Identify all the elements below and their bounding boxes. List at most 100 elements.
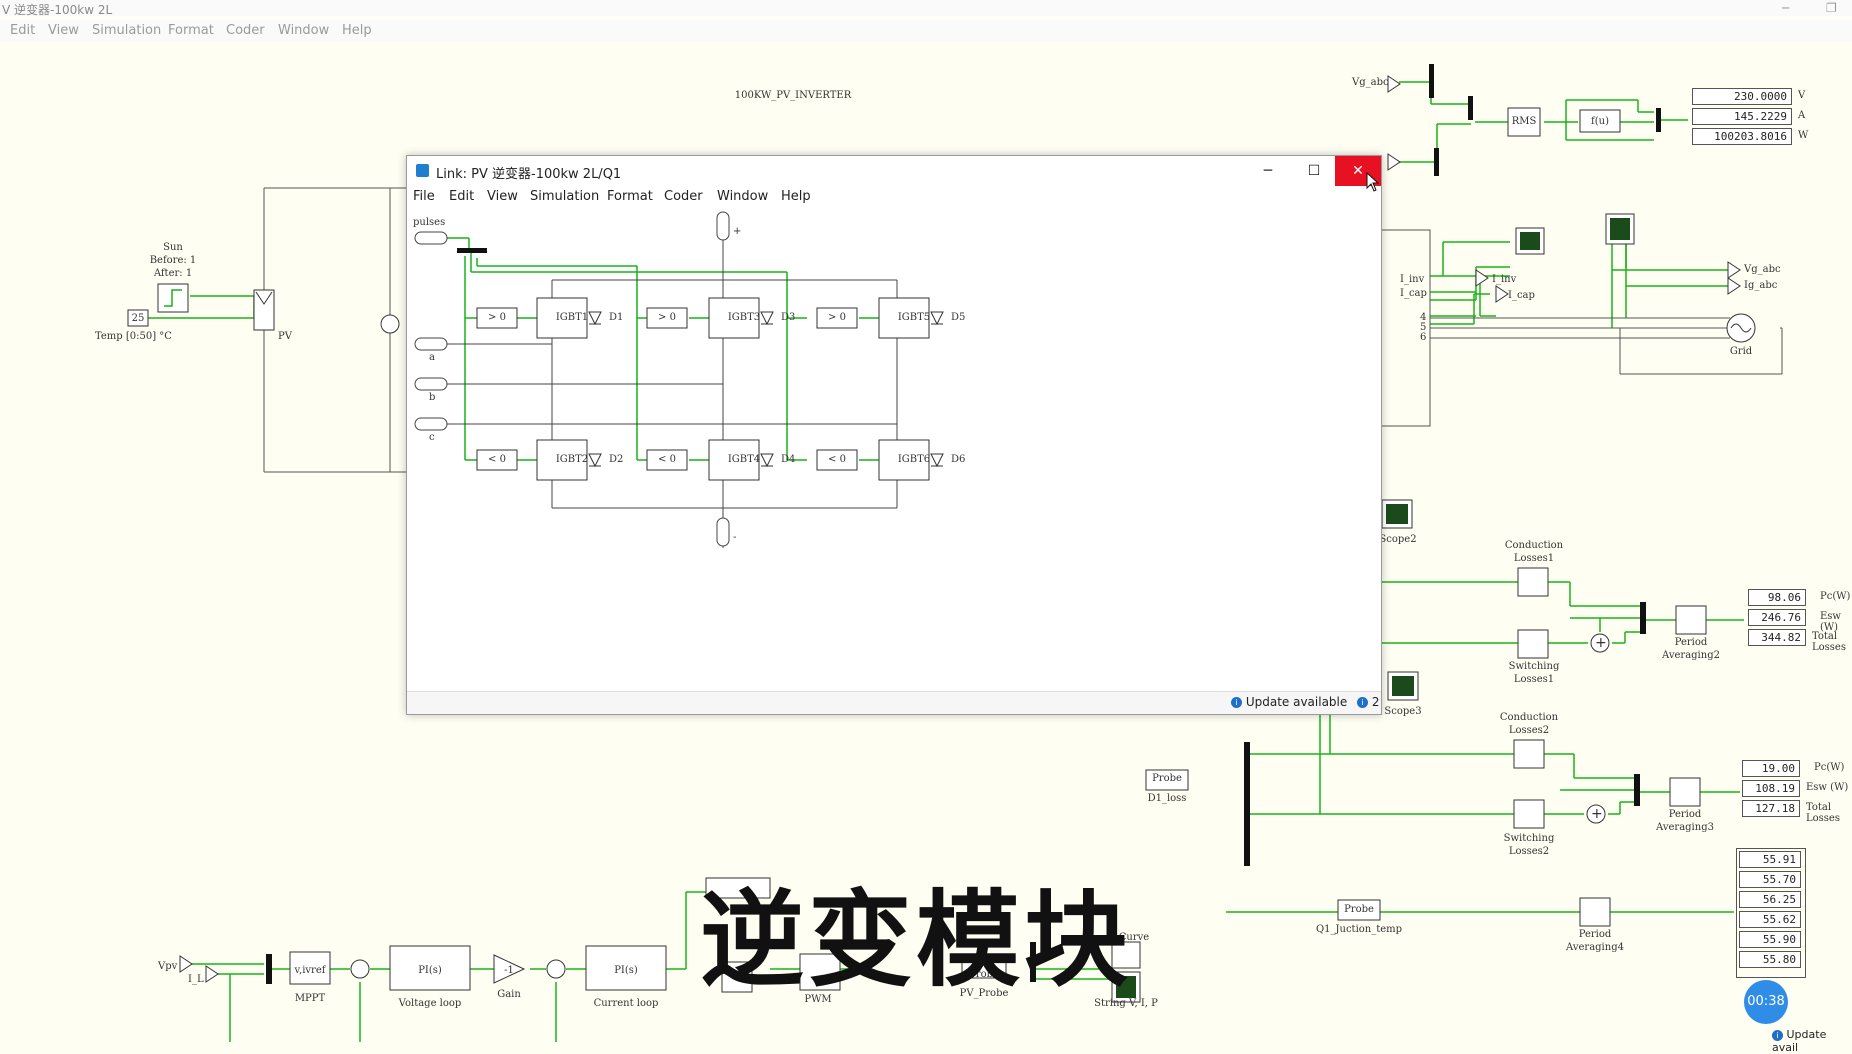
losses2-esw-unit: Esw (W) — [1806, 782, 1849, 793]
phase-a-label: a — [429, 352, 435, 363]
bg-menu-window[interactable]: Window — [278, 23, 329, 38]
pulses-label: pulses — [413, 217, 446, 228]
vpv-label: Vpv — [158, 961, 178, 972]
minimize-button[interactable]: ─ — [1245, 156, 1291, 186]
menu-window[interactable]: Window — [717, 189, 768, 204]
menu-simulation[interactable]: Simulation — [530, 189, 599, 204]
bg-menu-edit[interactable]: Edit — [10, 23, 35, 38]
grid-power-unit: W — [1798, 130, 1809, 141]
pv-label: PV — [278, 331, 292, 342]
update-available-notice[interactable]: i Update available i 2 — [1231, 695, 1380, 709]
dc-neg-label: - — [733, 532, 737, 543]
menu-file[interactable]: File — [413, 189, 435, 204]
losses2-pc-value: 19.00 — [1742, 760, 1800, 777]
conduction2-label-b: Losses2 — [1508, 725, 1550, 736]
restore-icon[interactable]: ❐ — [1826, 1, 1837, 15]
bg-menu-coder[interactable]: Coder — [226, 23, 265, 38]
menu-view[interactable]: View — [487, 189, 518, 204]
comparator-upper-3[interactable]: > 0 — [828, 312, 846, 323]
losses1-pc-value: 98.06 — [1748, 589, 1806, 606]
menu-help[interactable]: Help — [781, 189, 811, 204]
notification-count: 2 — [1371, 695, 1380, 709]
maximize-button[interactable]: ☐ — [1291, 156, 1337, 186]
minimize-icon[interactable]: ─ — [1782, 1, 1789, 15]
period4-label-a: Period — [1578, 929, 1612, 940]
menu-coder[interactable]: Coder — [664, 189, 703, 204]
losses2-esw-value: 108.19 — [1742, 780, 1800, 797]
vg-abc-out-label: Vg_abc — [1744, 264, 1781, 275]
fu-block-label[interactable]: f(u) — [1591, 116, 1609, 127]
comparator-lower-1[interactable]: < 0 — [488, 454, 506, 465]
igbt2-label[interactable]: IGBT2 — [556, 454, 588, 465]
background-window-title-bar: V 逆变器-100kw 2L ─ ❐ — [0, 0, 1852, 17]
igbt3-label[interactable]: IGBT3 — [728, 312, 760, 323]
d5-label: D5 — [951, 312, 966, 323]
bg-menu-format[interactable]: Format — [168, 23, 214, 38]
menu-format[interactable]: Format — [607, 189, 653, 204]
temp-value-5: 55.90 — [1739, 931, 1801, 948]
subsystem-window-title-bar[interactable]: Link: PV 逆变器-100kw 2L/Q1 ─ ☐ ✕ — [407, 156, 1381, 186]
i-cap-out-label: I_cap — [1508, 290, 1535, 301]
info-icon: i — [1772, 1029, 1783, 1041]
notification-icon: i — [1357, 697, 1369, 708]
probe-q1-name: Q1_Juction_temp — [1315, 924, 1403, 935]
background-window-title: V 逆变器-100kw 2L — [2, 3, 113, 17]
scope3-label: Scope3 — [1384, 706, 1422, 717]
mouse-cursor-icon — [1366, 172, 1380, 192]
mppt-label: MPPT — [294, 993, 326, 1004]
maximize-icon: ☐ — [1307, 163, 1321, 179]
update-available-text: Update available — [1245, 695, 1348, 709]
pi2-label[interactable]: PI(s) — [614, 965, 638, 976]
period4-label-b: Averaging4 — [1566, 942, 1624, 953]
igbt4-label[interactable]: IGBT4 — [728, 454, 760, 465]
igbt6-label[interactable]: IGBT6 — [898, 454, 930, 465]
d4-label: D4 — [781, 454, 796, 465]
i-inv-out-label: I_inv — [1492, 274, 1517, 285]
vg-abc-label: Vg_abc — [1352, 77, 1389, 88]
pi1-label[interactable]: PI(s) — [418, 965, 442, 976]
comparator-upper-1[interactable]: > 0 — [488, 312, 506, 323]
losses1-total-value: 344.82 — [1748, 629, 1806, 646]
menu-edit[interactable]: Edit — [449, 189, 474, 204]
grid-label: Grid — [1729, 346, 1753, 357]
il-label: I_L — [188, 974, 204, 985]
inverter-schematic[interactable] — [407, 208, 1381, 688]
gain-value[interactable]: -1 — [504, 965, 514, 976]
recording-timer[interactable]: 00:38 — [1744, 980, 1788, 1024]
model-title: 100KW_PV_INVERTER — [734, 90, 852, 101]
probe-d1-block[interactable]: Probe — [1152, 773, 1182, 784]
comparator-upper-2[interactable]: > 0 — [658, 312, 676, 323]
subsystem-window-title: Link: PV 逆变器-100kw 2L/Q1 — [436, 167, 622, 182]
rms-block-label[interactable]: RMS — [1512, 116, 1537, 127]
switching2-label-a: Switching — [1503, 833, 1555, 844]
losses2-pc-unit: Pc(W) — [1814, 762, 1845, 773]
conduction1-label-a: Conduction — [1504, 540, 1564, 551]
losses1-esw-unit: Esw (W) — [1820, 611, 1841, 633]
subsystem-window[interactable]: Link: PV 逆变器-100kw 2L/Q1 ─ ☐ ✕ File Edit… — [406, 155, 1382, 715]
bg-menu-help[interactable]: Help — [342, 23, 372, 38]
svg-text:+: + — [1591, 806, 1603, 822]
scope2-label: Scope2 — [1379, 534, 1417, 545]
bg-menu-simulation[interactable]: Simulation — [92, 23, 161, 38]
d6-label: D6 — [951, 454, 966, 465]
probe-q1-block[interactable]: Probe — [1344, 904, 1374, 915]
temp-label: Temp [0:50] °C — [95, 331, 172, 342]
bottom-update-notice[interactable]: i Update avail — [1772, 1028, 1852, 1054]
losses1-total-unit: Total Losses — [1812, 631, 1846, 653]
d2-label: D2 — [609, 454, 624, 465]
comparator-lower-2[interactable]: < 0 — [658, 454, 676, 465]
conduction1-label-b: Losses1 — [1513, 553, 1555, 564]
igbt1-label[interactable]: IGBT1 — [556, 312, 588, 323]
d1-label: D1 — [609, 312, 624, 323]
switching2-label-b: Losses2 — [1508, 846, 1550, 857]
temp-value[interactable]: 25 — [132, 313, 145, 324]
comparator-lower-3[interactable]: < 0 — [828, 454, 846, 465]
temp-value-3: 56.25 — [1739, 891, 1801, 908]
losses2-total-unit: Total Losses — [1806, 802, 1840, 824]
igbt5-label[interactable]: IGBT5 — [898, 312, 930, 323]
i-inv-label: I_inv — [1400, 274, 1425, 285]
period2-label-b: Averaging2 — [1662, 650, 1720, 661]
bg-menu-view[interactable]: View — [48, 23, 79, 38]
temp-value-4: 55.62 — [1739, 911, 1801, 928]
switching1-label-b: Losses1 — [1513, 674, 1555, 685]
